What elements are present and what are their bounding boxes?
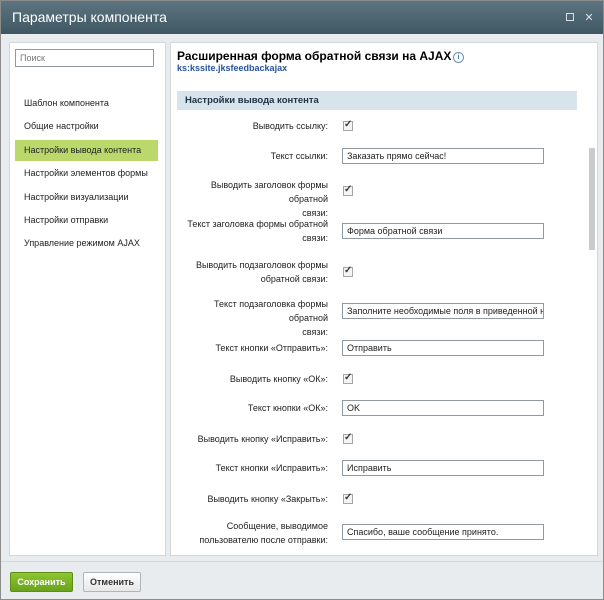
section-header: Настройки вывода контента [177, 91, 577, 110]
field-label: Текст кнопки «Отправить»: [215, 343, 328, 353]
field-label: Выводить кнопку «Исправить»: [197, 434, 328, 444]
field-label: Текст ссылки: [270, 151, 328, 161]
field-label: Выводить подзаголовок формы обратной связ… [195, 260, 328, 284]
ok-button-text-input[interactable]: OK [342, 400, 544, 416]
show-link-checkbox[interactable] [343, 119, 353, 131]
field-label: Текст кнопки «ОК»: [247, 403, 328, 413]
component-title: Расширенная форма обратной связи на AJAX [177, 49, 452, 63]
window-title: Параметры компонента [12, 9, 167, 25]
section-title: Настройки вывода контента [185, 95, 319, 106]
field-label: Текст заголовка формы обратной связи: [187, 219, 328, 243]
sidebar-item-sending[interactable]: Настройки отправки [15, 210, 158, 231]
field-label: Текст подзаголовка формы обратной связи: [214, 299, 328, 337]
sidebar-item-general[interactable]: Общие настройки [15, 116, 158, 137]
sidebar-item-visualization[interactable]: Настройки визуализации [15, 187, 158, 208]
info-icon[interactable]: i [453, 52, 464, 63]
dialog-window: Параметры компонента ✕ Шаблон компонента… [0, 0, 604, 600]
field-label: Сообщение, выводимое пользователю после о… [199, 521, 328, 545]
link-text-input[interactable]: Заказать прямо сейчас! [342, 148, 544, 164]
sidebar: Шаблон компонента Общие настройки Настро… [9, 42, 166, 556]
save-button[interactable]: Сохранить [10, 572, 73, 592]
field-label: Выводить кнопку «Закрыть»: [207, 494, 328, 504]
content-panel: Расширенная форма обратной связи на AJAX… [170, 42, 598, 556]
sidebar-nav: Шаблон компонента Общие настройки Настро… [15, 93, 158, 257]
close-icon[interactable]: ✕ [583, 11, 595, 24]
search-input[interactable] [15, 49, 154, 67]
field-label: Выводить ссылку: [252, 121, 328, 131]
show-form-title-checkbox[interactable] [343, 184, 353, 196]
cancel-button[interactable]: Отменить [83, 572, 141, 592]
show-ok-button-checkbox[interactable] [343, 372, 353, 384]
footer: Сохранить Отменить [1, 561, 603, 599]
show-close-button-checkbox[interactable] [343, 492, 353, 504]
scrollbar[interactable] [587, 91, 596, 555]
show-form-subtitle-checkbox[interactable] [343, 265, 353, 277]
field-label: Выводить кнопку «ОК»: [229, 374, 328, 384]
send-button-text-input[interactable]: Отправить [342, 340, 544, 356]
titlebar: Параметры компонента ✕ [1, 1, 603, 34]
show-fix-button-checkbox[interactable] [343, 432, 353, 444]
sidebar-item-ajax[interactable]: Управление режимом AJAX [15, 233, 158, 254]
sidebar-item-template[interactable]: Шаблон компонента [15, 93, 158, 114]
form-title-input[interactable]: Форма обратной связи [342, 223, 544, 239]
component-id: ks:kssite.jksfeedbackajax [177, 63, 288, 73]
success-message-input[interactable]: Спасибо, ваше сообщение принято. [342, 524, 544, 540]
sidebar-item-content-output[interactable]: Настройки вывода контента [15, 139, 158, 161]
field-label: Текст кнопки «Исправить»: [215, 463, 328, 473]
scrollbar-thumb[interactable] [589, 148, 595, 250]
fix-button-text-input[interactable]: Исправить [342, 460, 544, 476]
sidebar-item-form-elements[interactable]: Настройки элементов формы [15, 163, 158, 184]
field-label: Выводить заголовок формы обратной связи: [210, 180, 328, 218]
form-subtitle-input[interactable]: Заполните необходимые поля в приведенной… [342, 303, 544, 319]
minimize-icon[interactable] [564, 11, 576, 23]
